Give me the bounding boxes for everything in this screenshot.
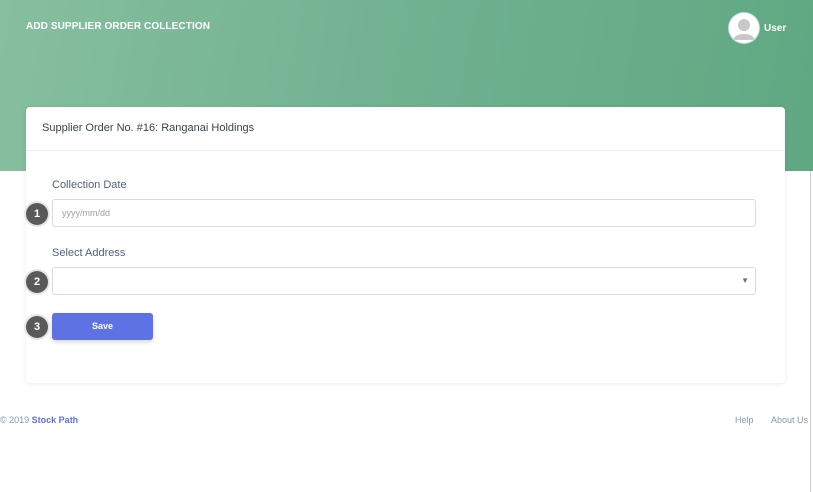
- help-link[interactable]: Help: [735, 415, 754, 425]
- address-select[interactable]: ▼: [52, 267, 756, 295]
- page-title: ADD SUPPLIER ORDER COLLECTION: [26, 21, 211, 32]
- window-edge-divider: [810, 171, 811, 492]
- brand-link[interactable]: Stock Path: [32, 415, 79, 425]
- user-avatar-icon[interactable]: [729, 13, 759, 43]
- card-title: Supplier Order No. #16: Ranganai Holding…: [42, 122, 255, 134]
- step-badge-1: 1: [26, 203, 48, 225]
- collection-date-input[interactable]: yyyy/mm/dd: [52, 199, 756, 227]
- copyright-text: © 2019: [0, 415, 30, 425]
- select-address-label: Select Address: [52, 247, 126, 259]
- user-menu-label[interactable]: User: [764, 23, 786, 34]
- card-header: Supplier Order No. #16: Ranganai Holding…: [26, 107, 785, 151]
- caret-down-icon: ▼: [741, 276, 749, 285]
- footer-copyright: © 2019 Stock Path: [0, 415, 78, 425]
- collection-date-placeholder: yyyy/mm/dd: [62, 208, 111, 218]
- collection-date-label: Collection Date: [52, 179, 127, 191]
- about-us-link[interactable]: About Us: [771, 415, 808, 425]
- save-button[interactable]: Save: [52, 313, 153, 340]
- step-badge-3: 3: [26, 316, 48, 338]
- order-collection-card: Supplier Order No. #16: Ranganai Holding…: [26, 107, 785, 383]
- step-badge-2: 2: [26, 271, 48, 293]
